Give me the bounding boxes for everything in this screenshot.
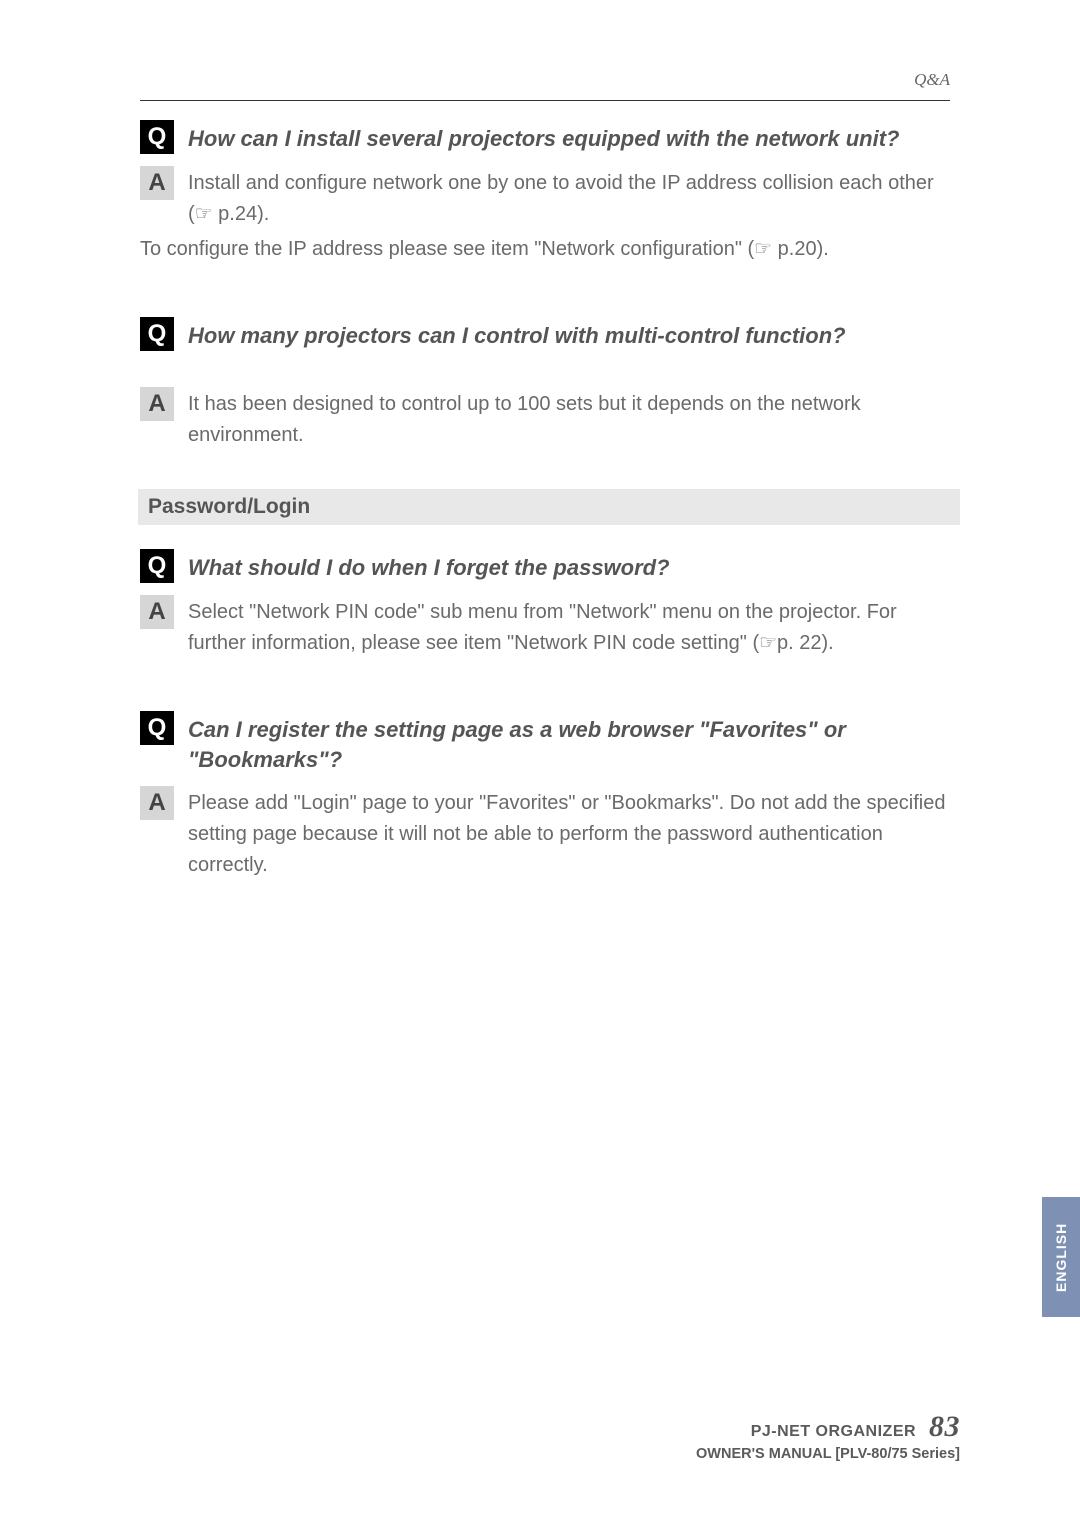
a-badge: A	[140, 166, 174, 200]
q-badge: Q	[140, 317, 174, 351]
page-number: 83	[929, 1410, 960, 1443]
question-text: How can I install several projectors equ…	[188, 120, 899, 154]
answer-sub: To configure the IP address please see i…	[140, 234, 960, 265]
a-badge: A	[140, 387, 174, 421]
language-tab: ENGLISH	[1042, 1197, 1080, 1317]
section-heading: Password/Login	[138, 489, 960, 525]
header-rule	[140, 100, 950, 101]
answer-main: Install and configure network one by one…	[188, 172, 934, 225]
qa-item: Q What should I do when I forget the pas…	[140, 549, 960, 659]
question-text: What should I do when I forget the passw…	[188, 549, 670, 583]
question-text: How many projectors can I control with m…	[188, 317, 846, 351]
section-label: Q&A	[914, 70, 950, 90]
answer-text: Select "Network PIN code" sub menu from …	[188, 593, 960, 659]
page-content: Q How can I install several projectors e…	[140, 120, 960, 881]
a-badge: A	[140, 786, 174, 820]
footer-subtitle: OWNER'S MANUAL [PLV-80/75 Series]	[696, 1446, 960, 1462]
q-badge: Q	[140, 711, 174, 745]
answer-text: Install and configure network one by one…	[188, 164, 960, 265]
q-badge: Q	[140, 120, 174, 154]
qa-item: Q Can I register the setting page as a w…	[140, 711, 960, 881]
answer-text: It has been designed to control up to 10…	[188, 385, 960, 451]
footer-title: PJ-NET ORGANIZER	[751, 1423, 916, 1440]
question-text: Can I register the setting page as a web…	[188, 711, 960, 774]
a-badge: A	[140, 595, 174, 629]
qa-item: Q How many projectors can I control with…	[140, 317, 960, 451]
page-footer: PJ-NET ORGANIZER 83 OWNER'S MANUAL [PLV-…	[696, 1410, 960, 1462]
qa-item: Q How can I install several projectors e…	[140, 120, 960, 265]
q-badge: Q	[140, 549, 174, 583]
answer-text: Please add "Login" page to your "Favorit…	[188, 784, 960, 881]
